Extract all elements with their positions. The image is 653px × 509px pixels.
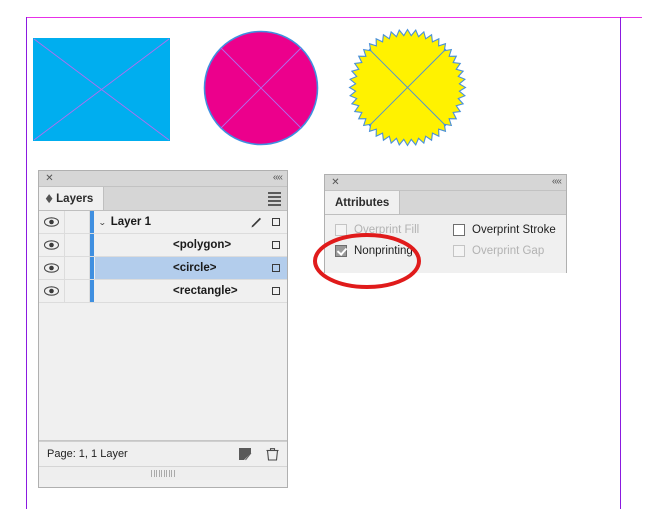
hamburger-menu-icon[interactable] <box>268 192 281 206</box>
new-layer-icon[interactable] <box>238 447 252 461</box>
overprint-fill-option: Overprint Fill <box>335 224 453 236</box>
grip-icon <box>151 470 175 477</box>
table-row[interactable]: ⌄ Layer 1 <box>39 211 287 234</box>
visibility-toggle[interactable] <box>39 257 65 279</box>
layer-name-cell[interactable]: <circle> <box>95 257 287 279</box>
lock-toggle[interactable] <box>65 257 90 279</box>
lock-toggle[interactable] <box>65 211 90 233</box>
chevron-down-icon[interactable]: ⌄ <box>98 218 106 227</box>
visibility-toggle[interactable] <box>39 234 65 256</box>
lock-toggle[interactable] <box>65 234 90 256</box>
table-row[interactable]: <circle> <box>39 257 287 280</box>
close-icon[interactable]: ✕ <box>44 173 55 184</box>
tab-attributes-label: Attributes <box>335 196 390 209</box>
attributes-body: Overprint Fill Overprint Stroke Nonprint… <box>325 215 566 273</box>
target-square-icon[interactable] <box>272 287 280 295</box>
tab-layers[interactable]: ◆ Layers <box>39 187 105 210</box>
layer-name-cell[interactable]: <polygon> <box>95 234 287 256</box>
artboard-border-top <box>26 17 642 18</box>
visibility-toggle[interactable] <box>39 211 65 233</box>
close-icon[interactable]: ✕ <box>330 177 341 188</box>
layers-panel-titlebar: ✕ «« <box>39 171 287 187</box>
attributes-panel-titlebar: ✕ «« <box>325 175 566 191</box>
artboard-border-left <box>26 17 27 509</box>
layers-list[interactable]: ⌄ Layer 1 <polygon> <circle> <rectangle> <box>39 211 287 441</box>
collapse-icon[interactable]: «« <box>552 176 562 187</box>
attributes-tabstrip: Attributes <box>325 191 566 215</box>
tab-layers-label: Layers <box>56 192 94 205</box>
nonprinting-option[interactable]: Nonprinting <box>335 245 453 257</box>
eye-icon <box>44 217 59 227</box>
collapse-icon[interactable]: «« <box>273 172 283 183</box>
layers-panel-footer: Page: 1, 1 Layer <box>39 441 287 466</box>
trash-icon[interactable] <box>266 447 279 461</box>
checkbox-icon <box>453 245 465 257</box>
target-square-icon[interactable] <box>272 264 280 272</box>
table-row[interactable]: <rectangle> <box>39 280 287 303</box>
eye-icon <box>44 263 59 273</box>
checkbox-icon <box>335 224 347 236</box>
overprint-stroke-option[interactable]: Overprint Stroke <box>453 224 556 236</box>
layers-panel[interactable]: ✕ «« ◆ Layers ⌄ Layer 1 <polygon> <circl… <box>38 170 288 488</box>
layer-label: Layer 1 <box>110 216 151 228</box>
tab-attributes[interactable]: Attributes <box>325 191 401 214</box>
overprint-stroke-label: Overprint Stroke <box>472 224 556 236</box>
overprint-gap-option: Overprint Gap <box>453 245 556 257</box>
overprint-gap-label: Overprint Gap <box>472 245 545 257</box>
layer-name-cell[interactable]: <rectangle> <box>95 280 287 302</box>
visibility-toggle[interactable] <box>39 280 65 302</box>
sort-diamond-icon: ◆ <box>46 191 53 204</box>
eye-icon <box>44 286 59 296</box>
checkbox-icon[interactable] <box>453 224 465 236</box>
shape-circle[interactable] <box>203 30 319 146</box>
nonprinting-label: Nonprinting <box>354 245 413 257</box>
target-square-icon[interactable] <box>272 241 280 249</box>
table-row[interactable]: <polygon> <box>39 234 287 257</box>
lock-toggle[interactable] <box>65 280 90 302</box>
shape-rectangle[interactable] <box>33 38 170 141</box>
attributes-panel[interactable]: ✕ «« Attributes Overprint Fill Overprint… <box>324 174 567 273</box>
eye-icon <box>44 240 59 250</box>
layers-tabstrip: ◆ Layers <box>39 187 287 211</box>
pencil-icon[interactable] <box>250 216 263 229</box>
checkbox-icon[interactable] <box>335 245 347 257</box>
layer-name-cell[interactable]: ⌄ Layer 1 <box>95 211 287 233</box>
layer-label: <circle> <box>173 262 217 274</box>
layer-label: <rectangle> <box>173 285 238 297</box>
layers-status-text: Page: 1, 1 Layer <box>47 448 128 460</box>
panel-resize-handle[interactable] <box>39 466 287 480</box>
target-square-icon[interactable] <box>272 218 280 226</box>
artboard-border-right <box>620 17 621 509</box>
shape-polygon[interactable] <box>348 28 467 147</box>
layer-label: <polygon> <box>173 239 232 251</box>
overprint-fill-label: Overprint Fill <box>354 224 420 236</box>
